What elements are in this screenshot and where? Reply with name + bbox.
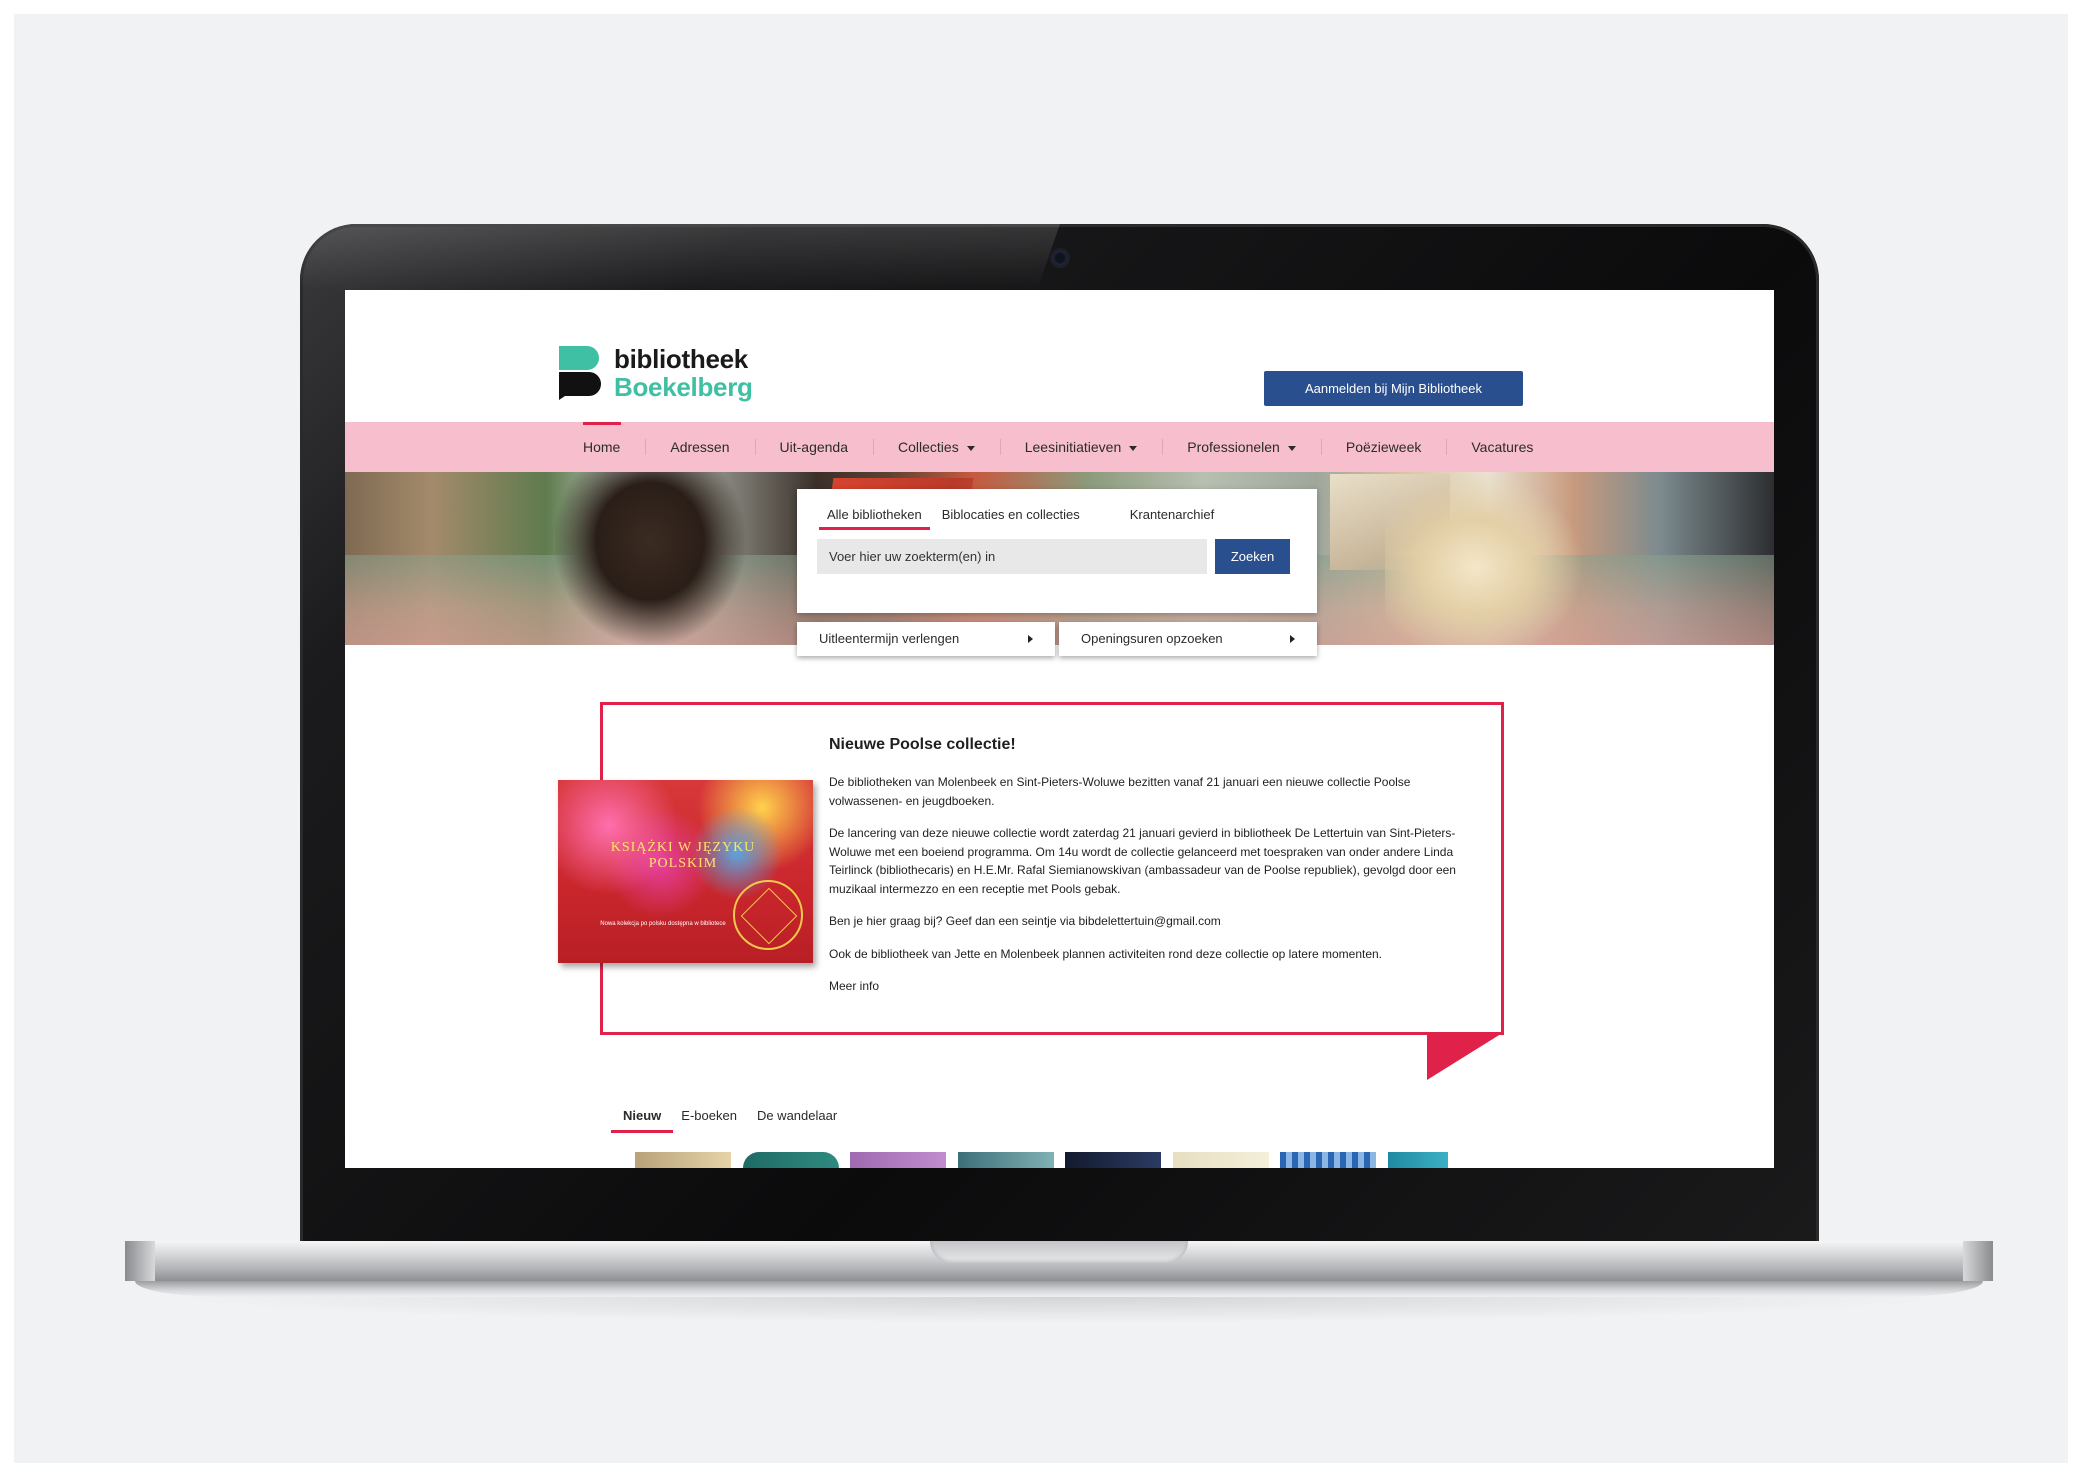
chevron-down-icon bbox=[1287, 445, 1296, 451]
book-cover[interactable] bbox=[1065, 1152, 1161, 1168]
renew-loan-label: Uitleentermijn verlengen bbox=[819, 631, 960, 646]
tab-e-boeken[interactable]: E-boeken bbox=[681, 1108, 737, 1133]
tab-nieuw[interactable]: Nieuw bbox=[610, 1108, 674, 1133]
book-cover[interactable] bbox=[1280, 1152, 1376, 1168]
logo-b-icon bbox=[559, 346, 601, 400]
feature-image[interactable]: KSIĄŻKI W JĘZYKU POLSKIM Nowa kolekcja p… bbox=[558, 780, 813, 963]
laptop-shadow bbox=[160, 1297, 1958, 1323]
nav-label: Home bbox=[583, 439, 621, 455]
tab-de-wandelaar[interactable]: De wandelaar bbox=[757, 1108, 837, 1133]
nav-item-leesinitiatieven[interactable]: Leesinitiatieven bbox=[999, 422, 1163, 472]
hero-reader-left bbox=[555, 472, 745, 645]
login-button[interactable]: Aanmelden bij Mijn Bibliotheek bbox=[1264, 371, 1523, 406]
nav-label: Adressen bbox=[670, 439, 730, 455]
search-panel: Alle bibliotheken Biblocaties en collect… bbox=[797, 489, 1317, 613]
feature-paragraph: Ben je hier graag bij? Geef dan een sein… bbox=[829, 914, 1221, 928]
nav-item-collecties[interactable]: Collecties bbox=[873, 422, 1000, 472]
nav-item-home[interactable]: Home bbox=[583, 422, 645, 472]
laptop-base-edge bbox=[1963, 1241, 1993, 1281]
feature-text: Nieuwe Poolse collectie! De bibliotheken… bbox=[829, 736, 1479, 1010]
main-nav: Home Adressen Uit-agenda Collecties Lees… bbox=[345, 422, 1774, 472]
logo-text-boekelberg: Boekelberg bbox=[614, 372, 753, 402]
nav-item-uit-agenda[interactable]: Uit-agenda bbox=[754, 422, 874, 472]
search-tab-alle-bibliotheken[interactable]: Alle bibliotheken bbox=[819, 507, 930, 530]
search-tab-biblocaties[interactable]: Biblocaties en collecties bbox=[942, 507, 1080, 530]
more-info-link[interactable]: Meer info bbox=[829, 977, 1479, 996]
browser-screen: bibliotheek Boekelberg Aanmelden bij Mij… bbox=[345, 290, 1774, 1168]
feature-card-corner bbox=[1427, 1032, 1504, 1080]
opening-hours-label: Openingsuren opzoeken bbox=[1081, 631, 1223, 646]
book-cover[interactable] bbox=[958, 1152, 1054, 1168]
nav-label: Leesinitiatieven bbox=[1024, 439, 1122, 455]
chevron-down-icon bbox=[966, 445, 975, 451]
search-input[interactable] bbox=[817, 539, 1207, 574]
laptop-base-edge bbox=[125, 1241, 155, 1281]
book-cover[interactable] bbox=[635, 1152, 731, 1168]
search-tab-krantenarchief[interactable]: Krantenarchief bbox=[1130, 507, 1215, 530]
opening-hours-button[interactable]: Openingsuren opzoeken bbox=[1059, 622, 1317, 656]
nav-label: Vacatures bbox=[1471, 439, 1534, 455]
nav-label: Poëzieweek bbox=[1345, 439, 1422, 455]
nav-item-poezieweek[interactable]: Poëzieweek bbox=[1320, 422, 1447, 472]
laptop-base-bottom bbox=[135, 1281, 1983, 1297]
book-cover[interactable] bbox=[1388, 1152, 1448, 1168]
nav-item-professionelen[interactable]: Professionelen bbox=[1162, 422, 1321, 472]
chevron-right-icon bbox=[1290, 635, 1295, 643]
feature-image-title: KSIĄŻKI W JĘZYKU POLSKIM bbox=[610, 840, 756, 871]
collection-tabs: Nieuw E-boeken De wandelaar bbox=[610, 1108, 857, 1133]
nav-item-adressen[interactable]: Adressen bbox=[645, 422, 754, 472]
nav-label: Collecties bbox=[898, 439, 959, 455]
hero-reader-right bbox=[1385, 472, 1585, 645]
renew-loan-button[interactable]: Uitleentermijn verlengen bbox=[797, 622, 1055, 656]
webcam-icon bbox=[1053, 251, 1067, 265]
nav-label: Uit-agenda bbox=[779, 439, 849, 455]
ornament-icon bbox=[733, 880, 803, 950]
book-cover[interactable] bbox=[1173, 1152, 1269, 1168]
nav-item-vacatures[interactable]: Vacatures bbox=[1446, 422, 1558, 472]
chevron-right-icon bbox=[1028, 635, 1033, 643]
lid-reflection bbox=[300, 224, 1060, 290]
feature-paragraph: Ook de bibliotheek van Jette en Molenbee… bbox=[829, 946, 1383, 961]
search-button[interactable]: Zoeken bbox=[1215, 539, 1290, 574]
book-cover[interactable] bbox=[850, 1152, 946, 1168]
chevron-down-icon bbox=[1129, 445, 1138, 451]
logo-text-bibliotheek: bibliotheek bbox=[614, 344, 748, 374]
feature-paragraph: De bibliotheken van Molenbeek en Sint-Pi… bbox=[829, 775, 1411, 808]
feature-image-caption: Nowa kolekcja po polsku dostępna w bibli… bbox=[600, 921, 726, 927]
book-cover[interactable] bbox=[743, 1152, 839, 1168]
feature-paragraph: De lancering van deze nieuwe collectie w… bbox=[829, 826, 1456, 896]
feature-title: Nieuwe Poolse collectie! bbox=[829, 736, 1016, 753]
site-logo[interactable]: bibliotheek Boekelberg bbox=[557, 344, 777, 404]
laptop-notch bbox=[930, 1241, 1188, 1263]
nav-label: Professionelen bbox=[1187, 439, 1280, 455]
